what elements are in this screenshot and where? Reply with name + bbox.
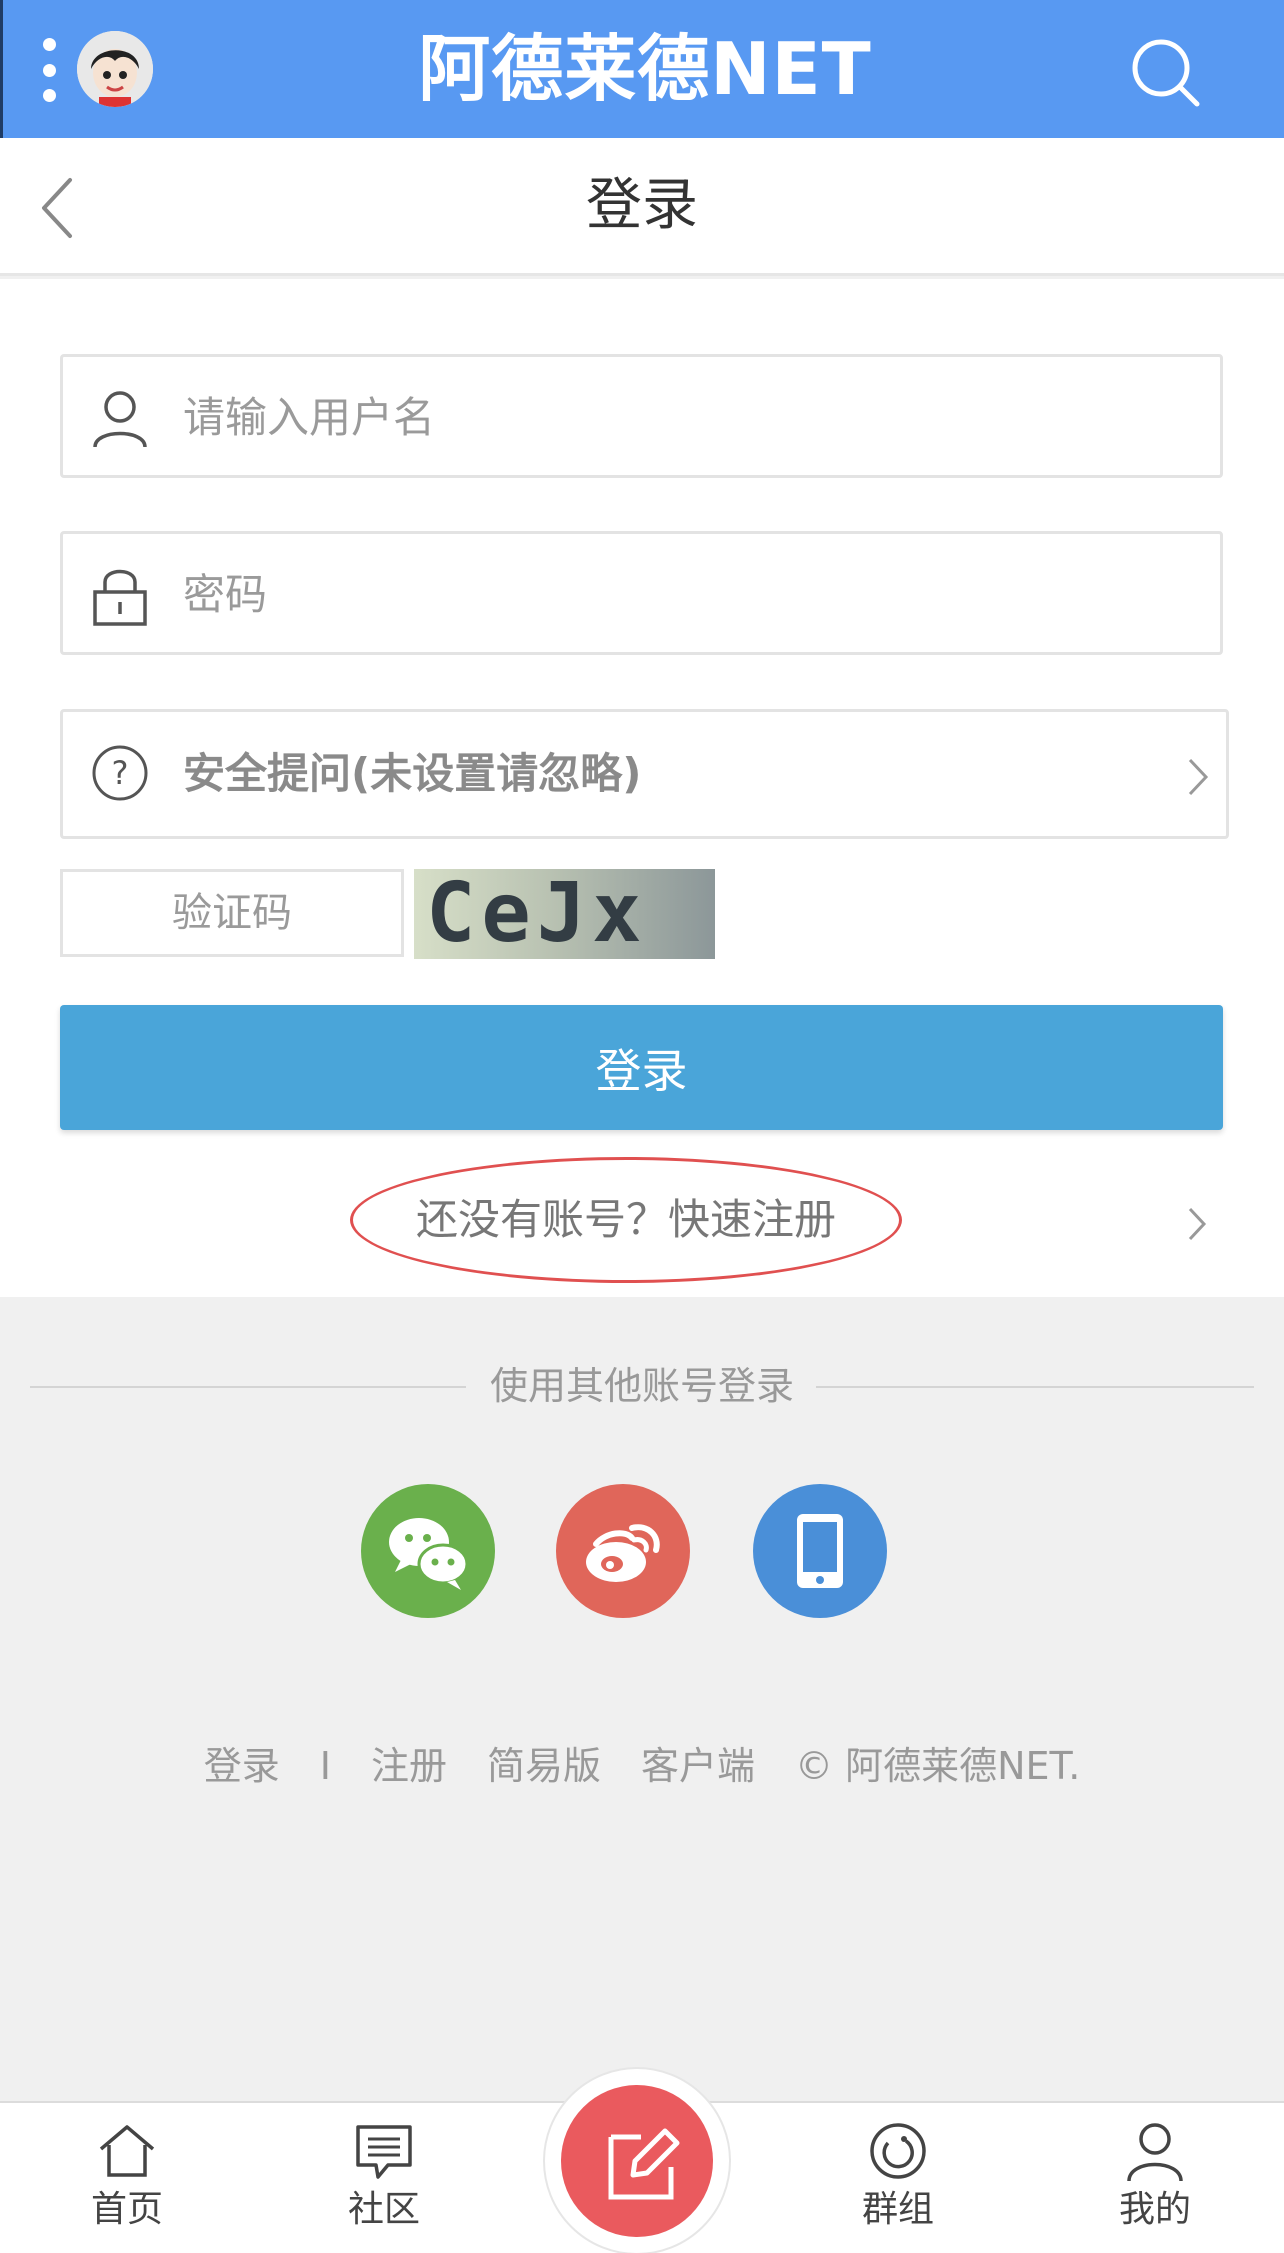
- top-app-bar: 阿德莱德NET: [0, 0, 1284, 138]
- svg-text:?: ?: [112, 754, 129, 792]
- group-icon: [870, 2123, 926, 2179]
- nav-item-groups[interactable]: 群组: [818, 2119, 978, 2249]
- nav-label: 社区: [347, 2189, 420, 2230]
- footer-link-lite[interactable]: 简易版: [487, 1740, 601, 1792]
- nav-label: 群组: [861, 2189, 934, 2230]
- footer-links: 登录 I 注册 简易版 客户端 © 阿德莱德NET.: [0, 1740, 1284, 1792]
- wechat-login-button[interactable]: [361, 1484, 495, 1618]
- home-icon: [99, 2125, 155, 2177]
- chevron-right-icon: [1188, 758, 1209, 796]
- chevron-right-icon: [1188, 1207, 1207, 1241]
- login-button[interactable]: 登录: [60, 1005, 1223, 1130]
- nav-label: 我的: [1118, 2189, 1191, 2230]
- password-field[interactable]: [60, 531, 1223, 655]
- captcha-text: CeJx: [426, 869, 648, 959]
- security-question-label: 安全提问(未设置请忽略): [183, 749, 642, 798]
- weibo-icon: [586, 1524, 660, 1582]
- page-title: 登录: [586, 173, 698, 238]
- footer-link-client[interactable]: 客户端: [641, 1740, 755, 1792]
- captcha-image[interactable]: CeJx: [414, 869, 715, 959]
- wechat-icon: [389, 1518, 469, 1590]
- chat-icon: [356, 2125, 412, 2179]
- nav-item-me[interactable]: 我的: [1075, 2119, 1235, 2249]
- phone-login-button[interactable]: [753, 1484, 887, 1618]
- login-form: ? 安全提问(未设置请忽略) CeJx 登录 还没有账号？快速注册: [0, 279, 1284, 1297]
- nav-label: 首页: [90, 2189, 163, 2230]
- user-icon: [1127, 2123, 1183, 2182]
- username-field[interactable]: [60, 354, 1223, 478]
- captcha-input[interactable]: [60, 869, 404, 957]
- weibo-login-button[interactable]: [556, 1484, 690, 1618]
- lock-icon: [93, 569, 147, 626]
- compose-button[interactable]: [561, 2085, 713, 2237]
- footer-link-register[interactable]: 注册: [371, 1740, 447, 1792]
- search-icon[interactable]: [1127, 34, 1203, 110]
- username-input[interactable]: [183, 377, 1183, 457]
- footer-link-login[interactable]: 登录: [204, 1740, 280, 1792]
- app-brand-title: 阿德莱德NET: [418, 27, 872, 111]
- register-link[interactable]: 还没有账号？快速注册: [350, 1157, 902, 1283]
- question-icon: ?: [92, 745, 148, 801]
- security-question-select[interactable]: ? 安全提问(未设置请忽略): [60, 709, 1229, 839]
- other-login-title: 使用其他账号登录: [489, 1364, 794, 1408]
- edit-icon: [608, 2128, 680, 2200]
- footer-copyright: © 阿德莱德NET.: [794, 1744, 1081, 1788]
- phone-icon: [797, 1514, 843, 1588]
- register-link-text: 还没有账号？快速注册: [415, 1195, 836, 1244]
- user-icon: [93, 391, 147, 448]
- title-bar: 登录: [0, 138, 1284, 276]
- nav-item-community[interactable]: 社区: [304, 2119, 464, 2249]
- footer-separator: I: [319, 1744, 331, 1788]
- password-input[interactable]: [183, 554, 1183, 634]
- nav-item-home[interactable]: 首页: [47, 2119, 207, 2249]
